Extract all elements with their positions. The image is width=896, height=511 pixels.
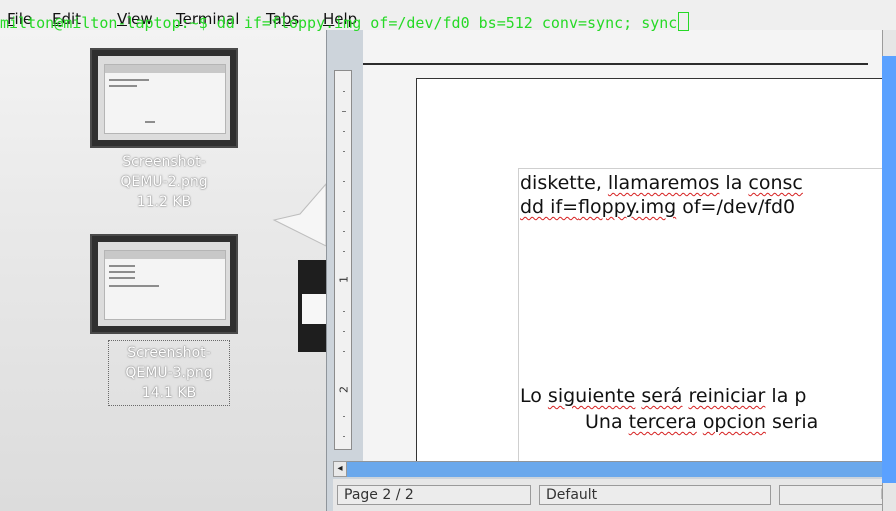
file-size: 14.1 KB (141, 385, 197, 401)
misspelled-word: llamaremos (607, 172, 720, 194)
doc-text: la p (765, 385, 807, 407)
ruler-tick (343, 181, 345, 182)
doc-text: diskette, (520, 172, 608, 194)
misspelled-word: siguiente (547, 385, 636, 407)
terminal-cursor (678, 12, 690, 31)
terminal-prompt: milton@milton-laptop:~$ (0, 14, 217, 32)
desktop-arrow-shape (272, 182, 327, 247)
status-language[interactable]: Er (779, 485, 896, 505)
previous-page-edge (363, 30, 868, 65)
misspelled-word: reiniciar (688, 385, 766, 407)
file-thumbnail-qemu-2[interactable] (90, 48, 238, 148)
thumbnail-line (109, 79, 149, 81)
ruler-tick (343, 91, 345, 92)
horizontal-scrollbar[interactable] (333, 461, 896, 477)
file-caption-qemu-3[interactable]: Screenshot- QEMU-3.png 14.1 KB (108, 340, 230, 406)
file-name-line2: QEMU-2.png (120, 174, 208, 190)
status-style[interactable]: Default (539, 485, 771, 505)
file-name-line1: Screenshot- (127, 345, 211, 361)
ruler-tick (343, 436, 345, 437)
ruler-tick (342, 111, 346, 112)
misspelled-word: floppy.img (578, 196, 677, 218)
file-name-line1: Screenshot- (122, 154, 206, 170)
file-thumbnail-qemu-3[interactable] (90, 234, 238, 334)
status-bar: Page 2 / 2 Default Er (333, 479, 896, 511)
misspelled-word: dd if= (520, 196, 579, 218)
ruler-tick (343, 151, 345, 152)
doc-line-1: diskette, llamaremos la consc (520, 172, 803, 194)
thumbnail-line (109, 265, 135, 267)
terminal-command: dd if=floppy.img of=/dev/fd0 bs=512 conv… (216, 14, 678, 32)
doc-line-2: dd if=floppy.img of=/dev/fd0 (520, 196, 795, 218)
vertical-ruler: 1 2 (334, 70, 352, 450)
terminal-command-line[interactable]: milton@milton-laptop:~$ dd if=floppy.img… (0, 12, 690, 33)
ruler-tick (343, 331, 345, 332)
doc-line-3: Lo siguiente será reiniciar la p (520, 385, 806, 407)
ruler-tick (343, 211, 345, 212)
doc-line-4: Una tercera opcion seria (585, 411, 818, 433)
desktop-white-block (302, 294, 326, 324)
thumbnail-line (109, 271, 135, 273)
misspelled-word: opcion (702, 411, 766, 433)
misspelled-word: tercera (628, 411, 697, 433)
ruler-label: 1 (337, 276, 351, 283)
file-name-line2: QEMU-3.png (125, 365, 213, 381)
file-size: 11.2 KB (136, 194, 192, 210)
misspelled-word: será (641, 385, 683, 407)
ruler-tick (343, 311, 345, 312)
thumbnail-line (145, 121, 155, 123)
doc-text: Una (585, 411, 629, 433)
thumbnail-preview (98, 56, 230, 140)
thumbnail-window-shape (104, 250, 226, 320)
file-caption-qemu-2[interactable]: Screenshot- QEMU-2.png 11.2 KB (94, 152, 234, 212)
doc-text: la (719, 172, 749, 194)
ruler-tick (343, 251, 345, 252)
thumbnail-titlebar (105, 251, 225, 259)
ruler-tick (343, 231, 345, 232)
thumbnail-line (109, 285, 159, 287)
doc-text: of=/dev/fd0 (676, 196, 796, 218)
ruler-label: 2 (337, 386, 351, 393)
scroll-down-arrow-icon[interactable] (882, 483, 896, 511)
doc-text: seria (771, 411, 819, 433)
misspelled-word: consc (748, 172, 803, 194)
thumbnail-window-shape (104, 64, 226, 134)
thumbnail-line (109, 85, 137, 87)
thumbnail-line (109, 277, 135, 279)
status-page[interactable]: Page 2 / 2 (337, 485, 531, 505)
thumbnail-titlebar (105, 65, 225, 73)
ruler-tick (343, 131, 345, 132)
scroll-left-arrow-icon[interactable]: ◂ (333, 461, 347, 477)
ruler-tick (343, 416, 345, 417)
thumbnail-preview (98, 242, 230, 326)
ruler-tick (343, 351, 345, 352)
scroll-up-arrow-icon[interactable] (882, 30, 896, 56)
vertical-scrollbar[interactable] (882, 30, 896, 511)
doc-text: Lo (520, 385, 548, 407)
